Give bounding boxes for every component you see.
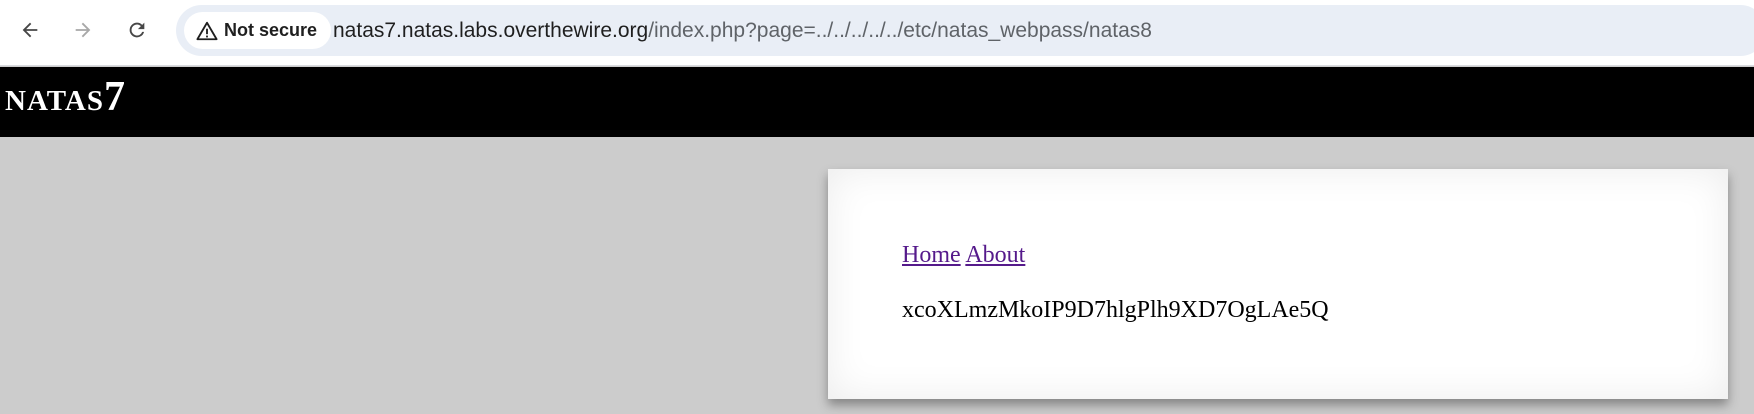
nav-links: Home About	[902, 242, 1025, 269]
url-path: /index.php?page=../../../../../etc/natas…	[648, 19, 1152, 42]
address-bar[interactable]: Not secure natas7.natas.labs.overthewire…	[176, 5, 1754, 56]
page-header: natas7	[0, 67, 1754, 137]
warning-triangle-icon	[196, 21, 218, 40]
arrow-right-icon	[75, 22, 91, 38]
about-link[interactable]: About	[965, 242, 1025, 268]
arrow-left-icon	[22, 22, 38, 38]
forward-button[interactable]	[65, 12, 101, 48]
url-text[interactable]: natas7.natas.labs.overthewire.org/index.…	[333, 5, 1152, 56]
browser-toolbar: Not secure natas7.natas.labs.overthewire…	[0, 0, 1754, 66]
reload-button[interactable]	[119, 12, 155, 48]
security-label: Not secure	[224, 20, 318, 40]
url-host: natas7.natas.labs.overthewire.org	[333, 19, 649, 42]
reload-icon	[129, 22, 145, 38]
page-title: natas7	[5, 74, 126, 120]
back-button[interactable]	[12, 12, 48, 48]
password-text: xcoXLmzMkoIP9D7hlgPlh9XD7OgLAe5Q	[902, 297, 1329, 323]
content-box: Home About xcoXLmzMkoIP9D7hlgPlh9XD7OgLA…	[828, 169, 1728, 399]
home-link[interactable]: Home	[902, 242, 961, 268]
security-indicator[interactable]: Not secure	[184, 12, 332, 49]
